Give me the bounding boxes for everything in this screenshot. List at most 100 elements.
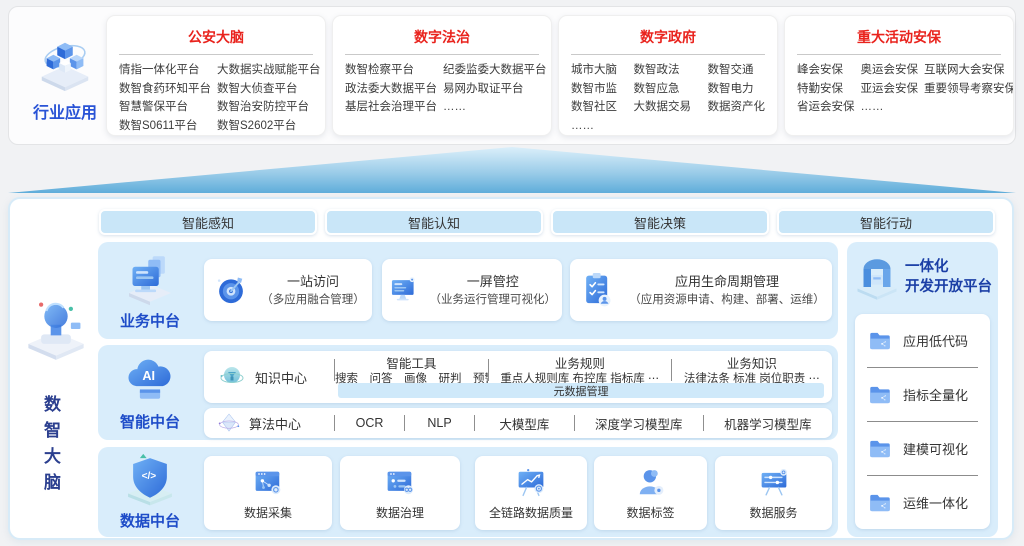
platform-item: 数智检察平台: [345, 61, 437, 80]
algorithm-item: NLP: [405, 416, 474, 430]
clipboard-icon: [577, 269, 619, 311]
card-subtitle: （业务运行管理可视化）: [430, 292, 557, 308]
data-quality-card: 全链路数据质量: [475, 456, 587, 530]
card-subtitle: （应用资源申请、构建、部署、运维）: [629, 292, 825, 308]
platform-item: 重要领导考察安保: [924, 80, 1014, 99]
algorithm-center-card: 算法中心 OCR NLP 大模型库 深度学习模型库 机器学习模型库: [204, 408, 832, 438]
platform-item: ……: [571, 117, 617, 136]
algorithm-center-head: 算法中心: [204, 410, 334, 436]
platform-item: 数智大侦查平台: [217, 80, 321, 99]
algorithm-item: 深度学习模型库: [575, 414, 703, 433]
target-icon: [211, 270, 251, 310]
platform-item: 大数据交易: [634, 98, 692, 117]
one-screen-control-card: 一屏管控 （业务运行管理可视化）: [382, 259, 562, 321]
knowledge-center-card: 知识中心 智能工具 搜索 问答 画像 研判 预警 ⋯ 业务规则 重点人规则库 布…: [204, 351, 832, 403]
data-collection-card: 数据采集: [204, 456, 332, 530]
dev-platform-icon: [853, 254, 901, 302]
algorithm-item: 大模型库: [475, 414, 574, 433]
algorithm-prism-icon: [216, 410, 242, 436]
ai-cloud-icon: [123, 354, 177, 408]
divider: [345, 54, 539, 55]
platform-item: 奥运会安保: [861, 61, 919, 80]
platform-item: 数智政法: [634, 61, 692, 80]
digital-brain-label: 数智大脑: [38, 395, 63, 499]
platform-item: 大数据实战赋能平台: [217, 61, 321, 80]
platform-item: ……: [861, 98, 919, 117]
folder-indicators-icon: [867, 382, 893, 408]
platform-item: 数智市监: [571, 80, 617, 99]
business-platform-head: 业务中台: [98, 242, 202, 339]
industry-applications-head: 行业应用: [21, 33, 109, 123]
person-icon: [633, 465, 669, 501]
app-card-title: 数字法治: [333, 16, 551, 47]
dev-item-indicators: 指标全量化: [855, 368, 990, 421]
platform-list: 数智检察平台 纪委监委大数据平台 政法委大数据平台 易网办取证平台 基层社会治理…: [333, 61, 551, 117]
divider: [571, 54, 765, 55]
card-text: 一站访问 （多应用融合管理）: [261, 272, 365, 308]
app-card-public-security-brain: 公安大脑 情指一体化平台 大数据实战赋能平台 数智食药环知平台 数智大侦查平台 …: [106, 15, 326, 136]
capability-pill-action: 智能行动: [777, 209, 995, 235]
knowledge-sphere-icon: [216, 361, 248, 393]
intelligence-platform-head: 智能中台: [98, 345, 202, 440]
app-card-title: 数字政府: [559, 16, 777, 47]
industry-applications-section: 行业应用 公安大脑 情指一体化平台 大数据实战赋能平台 数智食药环知平台 数智大…: [8, 6, 1016, 145]
folder-modeling-icon: [867, 436, 893, 462]
industry-applications-label: 行业应用: [33, 99, 97, 123]
digital-brain-icon: [22, 295, 90, 363]
platform-item: 互联网大会安保: [924, 61, 1014, 80]
platform-item: 数智治安防控平台: [217, 98, 321, 117]
card-title: 一站访问: [261, 272, 365, 292]
capability-pill-cognition: 智能认知: [325, 209, 543, 235]
data-governance-icon: [382, 465, 418, 501]
folder-lowcode-icon: [867, 328, 893, 354]
card-subtitle: （多应用融合管理）: [261, 292, 365, 308]
app-card-title: 公安大脑: [107, 16, 325, 47]
data-label-card: 数据标签: [594, 456, 707, 530]
monitor-icon: [388, 269, 420, 311]
card-title: 数据采集: [244, 504, 292, 521]
one-stop-access-card: 一站访问 （多应用融合管理）: [204, 259, 372, 321]
business-platform-row: 业务中台 一站访问 （多应用融合管理） 一屏管控 （业务运行管理可视化）: [98, 242, 838, 339]
dev-open-platform-column: 一体化 开发开放平台 应用低代码 指标全量化 建模可视化: [847, 242, 998, 537]
title-line-2: 开发开放平台: [905, 278, 992, 298]
business-platform-label: 业务中台: [120, 310, 180, 331]
platform-item: 数智交通: [708, 61, 766, 80]
dev-item-label: 建模可视化: [903, 439, 968, 458]
digital-brain-section: 数智大脑 智能感知 智能认知 智能决策 智能行动 业务中台 一站访问 （多应用融…: [8, 197, 1014, 540]
platform-item: 数智S0611平台: [119, 117, 211, 136]
dev-item-label: 指标全量化: [903, 385, 968, 404]
data-governance-card: 数据治理: [340, 456, 460, 530]
app-card-digital-government: 数字政府 城市大脑 数智政法 数智交通 数智市监 数智应急 数智电力 数智社区 …: [558, 15, 778, 136]
card-title: 数据治理: [376, 504, 424, 521]
platform-item: 亚运会安保: [861, 80, 919, 99]
platform-item: 特勤安保: [797, 80, 855, 99]
card-title: 应用生命周期管理: [629, 272, 825, 292]
chart-board-icon: [513, 465, 549, 501]
dev-item-lowcode: 应用低代码: [855, 314, 990, 367]
platform-item: 数智社区: [571, 98, 617, 117]
dev-item-modeling: 建模可视化: [855, 422, 990, 475]
group-title: 业务规则: [489, 356, 671, 372]
platform-item: 数智食药环知平台: [119, 80, 211, 99]
funnel-arrow: [8, 147, 1016, 193]
dev-open-platform-card: 应用低代码 指标全量化 建模可视化 运维一体化: [855, 314, 990, 529]
platform-item: 基层社会治理平台: [345, 98, 437, 117]
intelligence-platform-row: 智能中台 知识中心 智能工具 搜索 问答 画像 研判 预警 ⋯ 业务规则 重点人…: [98, 345, 838, 440]
industry-apps-icon: [34, 33, 96, 95]
card-text: 应用生命周期管理 （应用资源申请、构建、部署、运维）: [629, 272, 825, 308]
platform-list: 城市大脑 数智政法 数智交通 数智市监 数智应急 数智电力 数智社区 大数据交易…: [559, 61, 777, 135]
algorithm-item: OCR: [335, 416, 404, 430]
sliders-board-icon: [756, 465, 792, 501]
divider: [119, 54, 313, 55]
dev-item-ops: 运维一体化: [855, 476, 990, 529]
platform-item: 纪委监委大数据平台: [443, 61, 547, 80]
knowledge-center-head: 知识中心: [204, 351, 334, 403]
intelligence-platform-label: 智能中台: [120, 411, 180, 432]
app-card-major-event-security: 重大活动安保 峰会安保 奥运会安保 互联网大会安保 特勤安保 亚运会安保 重要领…: [784, 15, 1014, 136]
platform-list: 峰会安保 奥运会安保 互联网大会安保 特勤安保 亚运会安保 重要领导考察安保 省…: [785, 61, 1013, 117]
metadata-management-bar: 元数据管理: [338, 383, 824, 398]
algorithm-center-label: 算法中心: [249, 414, 301, 433]
capability-pill-perception: 智能感知: [99, 209, 317, 235]
app-card-title: 重大活动安保: [785, 16, 1013, 47]
platform-item: 数智S2602平台: [217, 117, 321, 136]
